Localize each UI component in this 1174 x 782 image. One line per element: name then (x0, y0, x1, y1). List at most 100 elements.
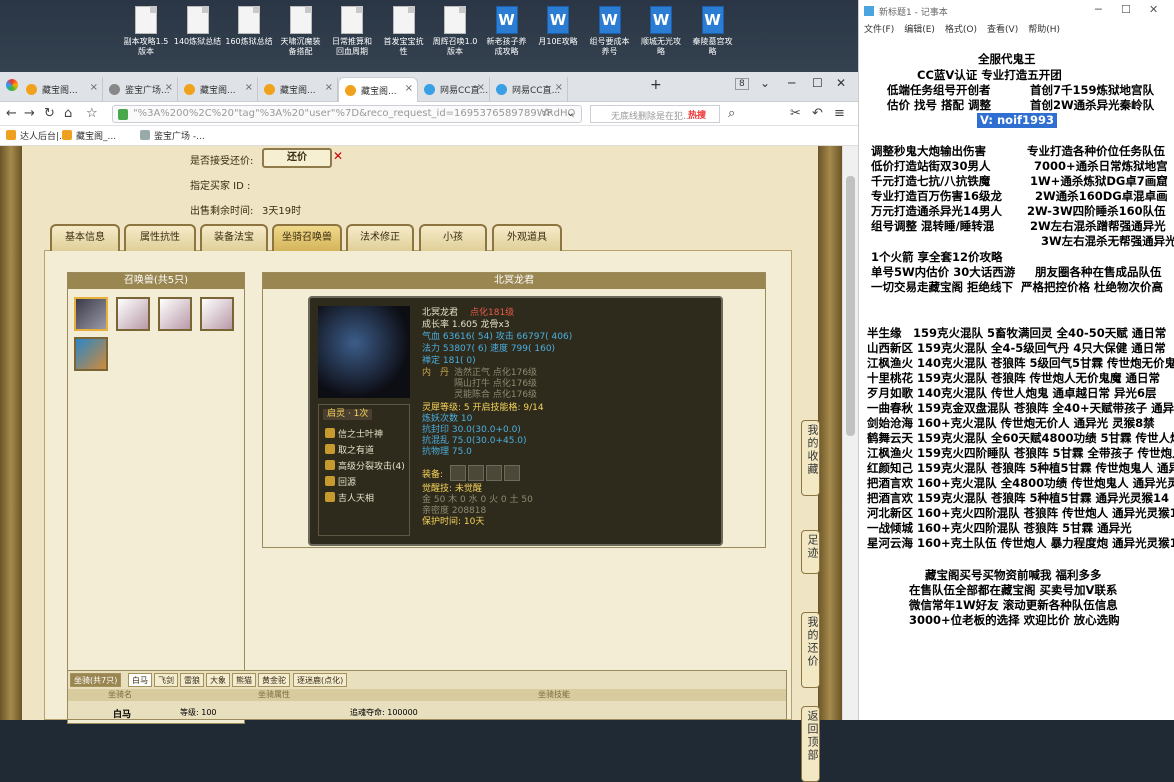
maximize-icon[interactable]: ☐ (812, 76, 823, 90)
favorite-star-icon[interactable]: ☆ (542, 106, 552, 119)
tab-close-icon[interactable]: × (325, 82, 333, 93)
bookmark-star-icon[interactable]: ☆ (86, 106, 98, 121)
notepad-line: 2W通杀160DG卓混卓画 (1035, 189, 1168, 203)
back-to-top-button[interactable]: 返回顶部 (801, 706, 820, 782)
bookmark-item[interactable]: 藏宝阁_... (62, 129, 116, 142)
mount-tab[interactable]: 逐迷鹿(点化) (293, 673, 348, 687)
search-icon[interactable]: ⌕ (728, 106, 735, 121)
desktop-icon[interactable]: W 秦陵墓宫攻 略 (685, 6, 741, 57)
category-tab[interactable]: 属性抗性 (124, 224, 196, 251)
scrollbar-thumb[interactable] (846, 176, 855, 436)
pet-awake: 觉醒技: 未觉醒 (422, 484, 482, 494)
browser-tab[interactable]: 藏宝阁... × (20, 77, 103, 102)
mount-tab[interactable]: 黄金驼 (258, 673, 290, 687)
equip-slot[interactable] (450, 465, 466, 481)
desktop-icon[interactable]: 160炼狱总结 (221, 6, 277, 47)
notepad-menu-item[interactable]: 格式(O) (945, 25, 977, 35)
notepad-menu-item[interactable]: 查看(V) (987, 25, 1018, 35)
desktop-icon[interactable]: 140炼狱总结 (170, 6, 226, 47)
equip-slot[interactable] (486, 465, 502, 481)
category-tab[interactable]: 外观道具 (492, 224, 562, 251)
desktop-icon[interactable]: 天啸沉魔装 备搭配 (273, 6, 329, 57)
desktop-icon[interactable]: 周辉召唤1.0 版本 (427, 6, 483, 57)
dropdown-arrow-icon[interactable]: ⌄ (566, 106, 575, 119)
new-tab-button[interactable]: + (650, 77, 662, 93)
equip-slot[interactable] (468, 465, 484, 481)
browser-tab[interactable]: 藏宝阁... × (178, 77, 258, 102)
category-tab[interactable]: 装备法宝 (200, 224, 268, 251)
hot-search-label[interactable]: 热搜 (688, 108, 706, 121)
tab-close-icon[interactable]: × (165, 82, 173, 93)
minimize-icon[interactable]: ─ (788, 76, 795, 90)
url-input[interactable]: "%3A%200%2C%20"tag"%3A%20"user"%7D&reco_… (112, 105, 582, 123)
bookmark-item[interactable]: 鉴宝广场 -... (140, 129, 205, 142)
notepad-text-area[interactable]: 全服代鬼王 CC蓝V认证 专业打造五开团 低端任务组号开创者 首创7千159炼狱地宫… (859, 38, 1174, 720)
desktop-icon[interactable]: 副本攻略1.5 版本 (118, 6, 174, 57)
notepad-line: 单号5W内估价 30大话西游 (871, 265, 1016, 279)
mount-tab[interactable]: 雷狼 (180, 673, 204, 687)
notepad-menu-item[interactable]: 文件(F) (864, 25, 894, 35)
browser-tab[interactable]: 藏宝阁... × (338, 77, 418, 102)
tab-close-icon[interactable]: × (245, 82, 253, 93)
menu-icon[interactable]: ≡ (834, 106, 845, 121)
category-tab[interactable]: 坐骑召唤兽 (272, 224, 342, 251)
notepad-menu-item[interactable]: 编辑(E) (904, 25, 935, 35)
notepad-close-icon[interactable]: ✕ (1149, 3, 1158, 16)
scissors-icon[interactable]: ✂ (790, 106, 801, 121)
desktop-icon[interactable]: 日常推算和 回血周期 (324, 6, 380, 57)
home-icon[interactable]: ⌂ (64, 106, 72, 121)
favorites-button[interactable]: 我的收藏 (801, 420, 820, 496)
mount-tab[interactable]: 白马 (128, 673, 152, 687)
skill-item[interactable]: 回源 (325, 475, 356, 488)
mount-tab[interactable]: 熊猫 (232, 673, 256, 687)
pet-zen: 禅定 181( 0) (422, 356, 476, 366)
browser-tab[interactable]: 网易CC直... × (490, 77, 568, 102)
forward-icon[interactable]: → (24, 106, 35, 121)
skill-item[interactable]: 取之有道 (325, 443, 374, 456)
undo-icon[interactable]: ↶ (812, 106, 823, 121)
tab-close-icon[interactable]: × (477, 82, 485, 93)
mount-table-header: 坐骑名 坐骑属性 坐骑技能 (68, 689, 786, 701)
category-tab[interactable]: 基本信息 (50, 224, 120, 251)
skill-item[interactable]: 信之士叶神 (325, 427, 383, 440)
mount-tab[interactable]: 大象 (206, 673, 230, 687)
pet-portrait[interactable] (200, 297, 234, 331)
equip-slot[interactable] (504, 465, 520, 481)
list-tabs-icon[interactable]: ⌄ (760, 76, 770, 90)
pet-portrait[interactable] (74, 337, 108, 371)
bookmark-item[interactable]: 达人后台|... (6, 129, 68, 142)
pet-portrait[interactable] (74, 297, 108, 331)
tab-close-icon[interactable]: × (555, 82, 563, 93)
notepad-line: 一切交易走藏宝阁 拒绝线下 (871, 280, 1014, 294)
desktop-icon[interactable]: 首发宝宝抗 性 (376, 6, 432, 57)
category-tab[interactable]: 小孩 (419, 224, 487, 251)
footprint-button[interactable]: 足迹 (801, 530, 820, 574)
reload-icon[interactable]: ↻ (44, 106, 55, 121)
browser-tab[interactable]: 藏宝阁... × (258, 77, 338, 102)
back-icon[interactable]: ← (6, 106, 17, 121)
notepad-minimize-icon[interactable]: ─ (1095, 3, 1102, 16)
page-scrollbar[interactable] (842, 146, 858, 720)
notepad-menu-item[interactable]: 帮助(H) (1028, 25, 1060, 35)
pet-portrait[interactable] (116, 297, 150, 331)
mount-tab[interactable]: 飞剑 (154, 673, 178, 687)
my-counter-offers-button[interactable]: 我的还价 (801, 612, 820, 688)
close-x-icon[interactable]: ✕ (333, 149, 343, 163)
skill-item[interactable]: 吉人天相 (325, 491, 374, 504)
desktop-icon[interactable]: W 月10E攻略 (530, 6, 586, 47)
tab-close-icon[interactable]: × (90, 82, 98, 93)
skill-item[interactable]: 高级分裂攻击(4) (325, 459, 405, 472)
browser-tab[interactable]: 鉴宝广场... × (103, 77, 178, 102)
close-window-icon[interactable]: ✕ (836, 76, 846, 90)
desktop-icon[interactable]: W 新老孩子养 成攻略 (479, 6, 535, 57)
browser-tab[interactable]: 网易CC直... × (418, 77, 490, 102)
pet-portrait[interactable] (158, 297, 192, 331)
desktop-icon[interactable]: W 顺城无光攻 略 (633, 6, 689, 57)
counter-offer-button[interactable]: 还价 (262, 148, 332, 168)
tab-close-icon[interactable]: × (405, 83, 413, 94)
mount-tab[interactable]: 坐骑(共7只) (70, 673, 122, 687)
notepad-maximize-icon[interactable]: ☐ (1121, 3, 1131, 16)
pet-image (318, 306, 410, 398)
category-tab[interactable]: 法术修正 (346, 224, 414, 251)
desktop-icon[interactable]: W 组号要成本 养号 (582, 6, 638, 57)
